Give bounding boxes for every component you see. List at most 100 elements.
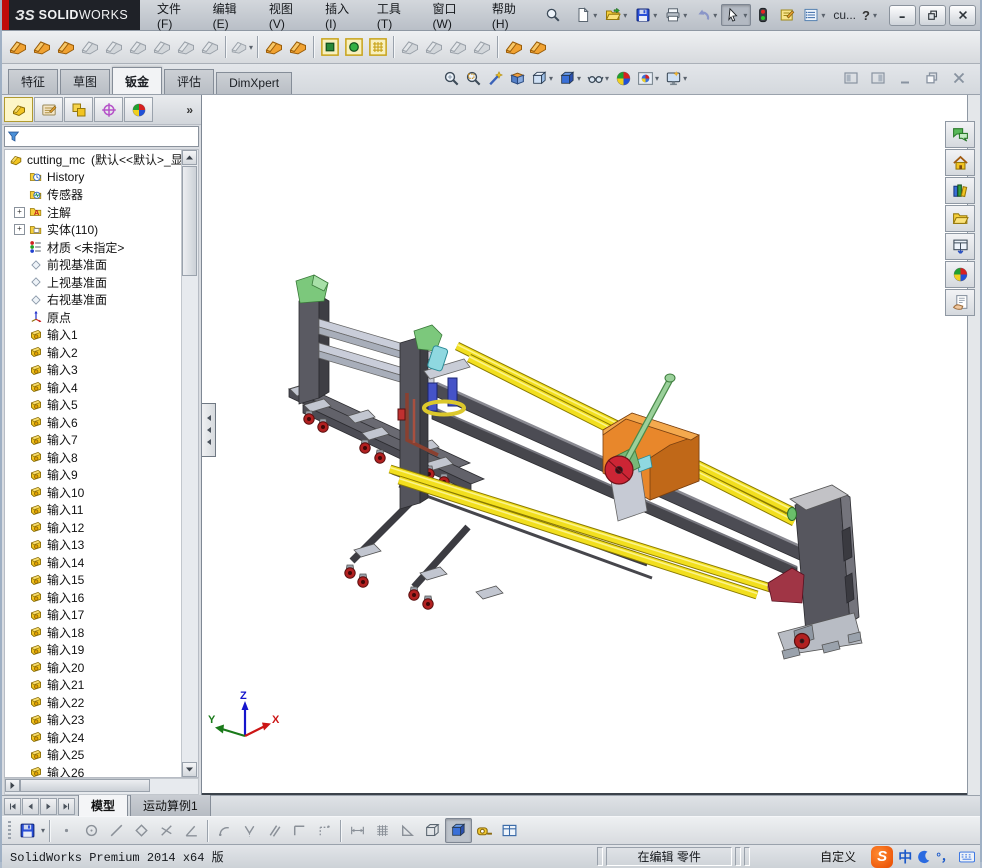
menu-item[interactable]: 帮助(H) <box>483 0 540 34</box>
scrollbar-thumb[interactable] <box>20 779 150 792</box>
tree-item[interactable]: 材质 <未指定> <box>8 239 182 257</box>
sketch-circle-button[interactable] <box>79 819 104 842</box>
dropdown-arrow-icon[interactable]: ▾ <box>593 11 597 20</box>
tab-prev-button[interactable] <box>22 797 39 815</box>
tree-item[interactable]: 输入16 <box>8 589 182 607</box>
toolbar-grip[interactable] <box>8 820 11 841</box>
tree-root[interactable]: cutting_mc (默认<<默认>_显 <box>8 151 183 169</box>
corner-button[interactable]: ▾ <box>230 34 254 60</box>
tree-item[interactable]: 输入1 <box>8 326 182 344</box>
close-button[interactable] <box>949 4 976 26</box>
sketch-parallel-button[interactable] <box>262 819 287 842</box>
sheet-metal-gusset-button[interactable] <box>286 34 310 60</box>
convert-to-sheetmetal-button[interactable] <box>30 34 54 60</box>
edge-flange-button[interactable] <box>78 34 102 60</box>
rebuild-traffic-light-button[interactable] <box>751 4 775 26</box>
search-icon[interactable] <box>544 6 561 24</box>
sketch-polygon-button[interactable] <box>129 819 154 842</box>
view-orientation-button[interactable]: ▾ <box>528 68 556 88</box>
tab-特征[interactable]: 特征 <box>8 69 59 94</box>
sketched-bend-button[interactable] <box>174 34 198 60</box>
sketch-corner-button[interactable] <box>287 819 312 842</box>
tab-钣金[interactable]: 钣金 <box>112 67 163 94</box>
menu-item[interactable]: 窗口(W) <box>424 0 483 34</box>
tree-item[interactable]: 输入13 <box>8 536 182 554</box>
ime-punctuation[interactable]: °， <box>936 848 953 865</box>
tree-item[interactable]: 原点 <box>8 309 182 327</box>
tab-模型[interactable]: 模型 <box>78 794 129 816</box>
dropdown-arrow-icon[interactable]: ▾ <box>821 11 825 20</box>
angle-triangle-button[interactable] <box>395 819 420 842</box>
sketch-mirror-button[interactable] <box>237 819 262 842</box>
panel-splitter-handle[interactable] <box>202 403 216 457</box>
insert-bends-button[interactable] <box>526 34 550 60</box>
vent-button[interactable] <box>366 34 390 60</box>
tree-item[interactable]: 输入21 <box>8 676 182 694</box>
menu-item[interactable]: 文件(F) <box>148 0 204 34</box>
measure-tape-button[interactable] <box>472 819 497 842</box>
keyboard-icon[interactable] <box>958 850 976 864</box>
tree-item[interactable]: 输入2 <box>8 344 182 362</box>
miter-flange-button[interactable] <box>102 34 126 60</box>
expand-icon[interactable]: + <box>14 206 25 218</box>
panel-overflow-button[interactable]: » <box>186 103 193 117</box>
forming-tool-button[interactable] <box>262 34 286 60</box>
propertymanager-tab[interactable] <box>34 97 63 122</box>
dropdown-arrow-icon[interactable]: ▾ <box>743 11 747 20</box>
sketch-cross-button[interactable] <box>154 819 179 842</box>
home-tab[interactable] <box>945 149 975 176</box>
no-bends-button[interactable] <box>470 34 494 60</box>
tree-item[interactable]: 输入18 <box>8 624 182 642</box>
tree-item[interactable]: 输入14 <box>8 554 182 572</box>
open-folder-button[interactable]: ▾ <box>601 4 631 26</box>
graphics-viewport[interactable]: Z Y X <box>202 95 967 795</box>
forum-chat-tab[interactable] <box>945 121 975 148</box>
hide-show-items-button[interactable]: ▾ <box>584 68 612 88</box>
tree-item[interactable]: 输入8 <box>8 449 182 467</box>
tree-item[interactable]: 输入20 <box>8 659 182 677</box>
tree-item[interactable]: 输入11 <box>8 501 182 519</box>
tree-item[interactable]: 输入25 <box>8 746 182 764</box>
tree-item[interactable]: 输入17 <box>8 606 182 624</box>
extruded-cut-button[interactable] <box>318 34 342 60</box>
edit-appearance-button[interactable] <box>612 68 634 88</box>
document-name-overflow[interactable]: cu... <box>833 8 856 22</box>
shaded-cube-button[interactable] <box>445 818 473 843</box>
moon-icon[interactable] <box>917 850 931 864</box>
menu-item[interactable]: 插入(I) <box>316 0 368 34</box>
dimension-button[interactable] <box>345 819 370 842</box>
rip-button[interactable] <box>502 34 526 60</box>
dimxpertmanager-tab[interactable] <box>94 97 123 122</box>
tree-item[interactable]: 输入23 <box>8 711 182 729</box>
tab-运动算例1[interactable]: 运动算例1 <box>130 794 211 816</box>
hem-button[interactable] <box>126 34 150 60</box>
new-document-button[interactable]: ▾ <box>571 4 601 26</box>
tree-item[interactable]: 输入7 <box>8 431 182 449</box>
tree-item[interactable]: 输入24 <box>8 729 182 747</box>
restore-button[interactable] <box>919 4 946 26</box>
tree-vertical-scrollbar[interactable] <box>181 150 198 777</box>
expand-icon[interactable]: + <box>14 224 25 236</box>
wireframe-cube-button[interactable] <box>420 819 445 842</box>
tree-item[interactable]: 输入19 <box>8 641 182 659</box>
lofted-bend-button[interactable] <box>54 34 78 60</box>
sketch-trail-button[interactable] <box>312 819 337 842</box>
tab-DimXpert[interactable]: DimXpert <box>216 72 293 94</box>
tree-item[interactable]: 输入12 <box>8 519 182 537</box>
custom-properties-tab[interactable] <box>945 289 975 316</box>
help-button[interactable]: ? <box>862 8 870 23</box>
pane-left-button[interactable] <box>842 69 860 87</box>
displaymanager-tab[interactable] <box>124 97 153 122</box>
tree-item[interactable]: + A 注解 <box>8 204 182 222</box>
jog-button[interactable] <box>150 34 174 60</box>
sketch-line-button[interactable] <box>104 819 129 842</box>
tree-item[interactable]: + 实体(110) <box>8 221 182 239</box>
pane-right-button[interactable] <box>869 69 887 87</box>
dropdown-arrow-icon[interactable]: ▾ <box>623 11 627 20</box>
menu-item[interactable]: 工具(T) <box>368 0 424 34</box>
design-library-tab[interactable] <box>945 177 975 204</box>
view-palette-tab[interactable] <box>945 233 975 260</box>
edit-note-button[interactable] <box>775 4 799 26</box>
tab-last-button[interactable] <box>58 797 75 815</box>
flatten-button[interactable] <box>446 34 470 60</box>
